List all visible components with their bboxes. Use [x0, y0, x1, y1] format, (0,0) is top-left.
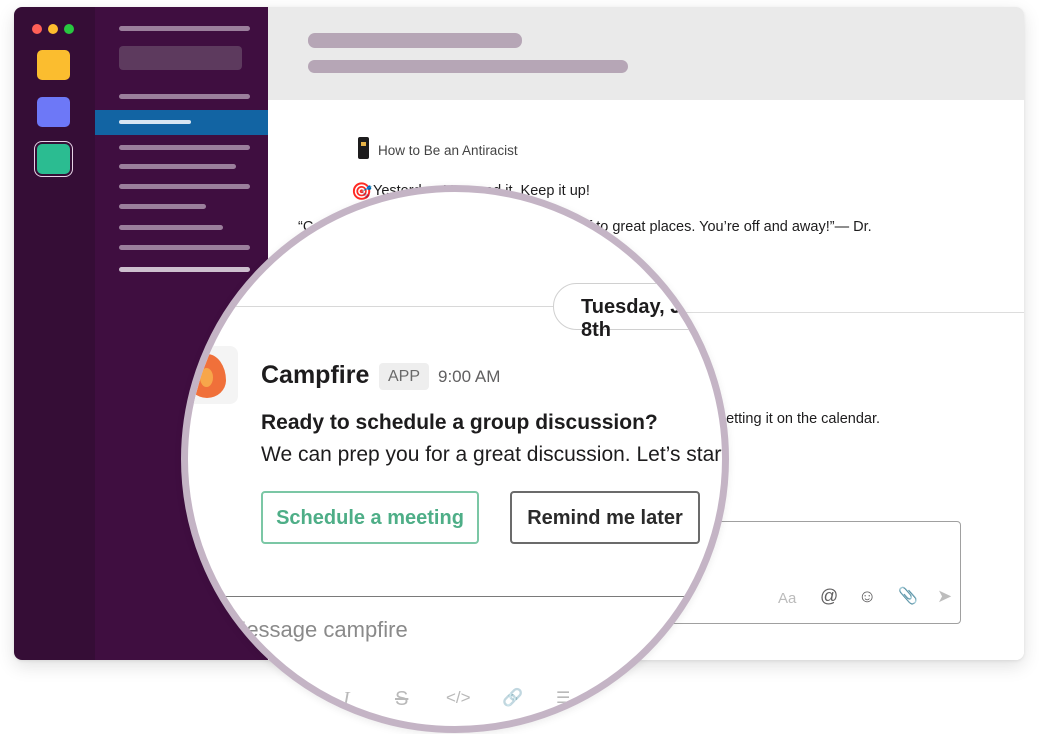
attachment-button[interactable]: 📎: [898, 586, 918, 606]
remind-me-later-button[interactable]: Remind me later: [510, 491, 700, 544]
strikethrough-icon[interactable]: S: [395, 688, 408, 711]
message-timestamp[interactable]: 9:00 AM: [438, 367, 500, 387]
app-badge: APP: [379, 363, 429, 390]
sidebar-item[interactable]: [119, 164, 236, 169]
sidebar-item[interactable]: [119, 94, 250, 99]
mention-button[interactable]: @: [820, 586, 838, 607]
link-icon[interactable]: 🔗: [502, 688, 523, 708]
code-icon[interactable]: </>: [446, 688, 471, 708]
avatar[interactable]: [188, 346, 238, 404]
schedule-meeting-button[interactable]: Schedule a meeting: [261, 491, 479, 544]
workspace-tile-1[interactable]: [37, 50, 70, 80]
sidebar-search-bar[interactable]: [119, 46, 242, 70]
magnified-composer-border: [200, 596, 722, 597]
format-toggle-button[interactable]: Aa: [778, 590, 796, 607]
magnified-view: Tuesday, June 8th ⌄ Campfire APP 9:00 AM…: [188, 192, 728, 726]
channel-topic-placeholder: [308, 60, 628, 73]
workspace-tile-2[interactable]: [37, 97, 70, 127]
close-window-icon[interactable]: [32, 24, 42, 34]
date-divider-label: Tuesday, June 8th: [581, 296, 717, 341]
sidebar-item[interactable]: [119, 184, 250, 189]
channel-title-placeholder: [308, 33, 522, 48]
sidebar-item-active[interactable]: [95, 110, 268, 135]
calendar-text: getting it on the calendar.: [718, 411, 881, 427]
date-divider-button[interactable]: Tuesday, June 8th ⌄: [553, 283, 722, 341]
sidebar-workspace-name: [119, 26, 250, 31]
magnifier-lens: Tuesday, June 8th ⌄ Campfire APP 9:00 AM…: [181, 185, 729, 733]
italic-icon[interactable]: I: [343, 688, 350, 711]
workspace-rail: [14, 7, 95, 660]
book-icon: [358, 137, 369, 159]
message-body: We can prep you for a great discussion. …: [261, 443, 728, 466]
list-icon[interactable]: ☰: [556, 688, 570, 708]
campfire-flame-icon: [188, 354, 226, 398]
maximize-window-icon[interactable]: [64, 24, 74, 34]
sidebar-item-active-label: [119, 120, 191, 124]
message-title: Ready to schedule a group discussion?: [261, 411, 658, 434]
channel-header: [268, 7, 1024, 100]
send-button[interactable]: ➤: [937, 586, 952, 607]
minimize-window-icon[interactable]: [48, 24, 58, 34]
book-title: How to Be an Antiracist: [378, 143, 518, 158]
message-input[interactable]: Message campfire: [228, 617, 408, 643]
workspace-tile-active[interactable]: [37, 144, 70, 174]
sidebar-item[interactable]: [119, 145, 250, 150]
emoji-button[interactable]: ☺: [858, 586, 876, 607]
message-sender[interactable]: Campfire: [261, 361, 369, 390]
